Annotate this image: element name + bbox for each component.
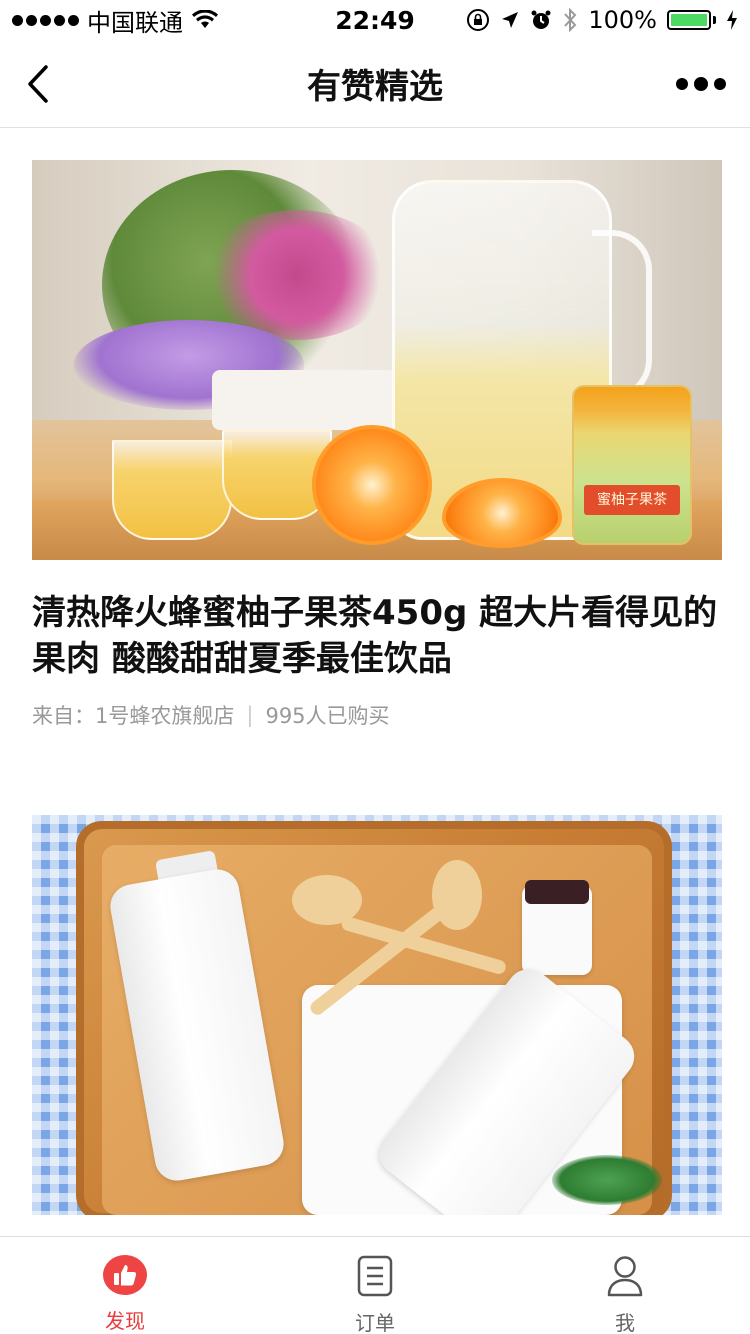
orientation-lock-icon bbox=[467, 9, 490, 31]
tab-label: 我 bbox=[615, 1311, 635, 1334]
chevron-left-icon bbox=[28, 65, 48, 103]
product-image-milk[interactable] bbox=[32, 815, 722, 1215]
status-right: 100% bbox=[466, 6, 738, 34]
tab-label: 发现 bbox=[105, 1309, 145, 1333]
meta-separator: | bbox=[246, 703, 254, 727]
carrier-name: 中国联通 bbox=[87, 8, 183, 37]
battery-percent: 100% bbox=[588, 6, 657, 34]
product-sold-count: 995人已购买 bbox=[265, 704, 390, 728]
nav-bar: 有赞精选 bbox=[0, 40, 750, 128]
more-button[interactable] bbox=[676, 72, 726, 96]
product-feed: 蜜柚子果茶 清热降火蜂蜜柚子果茶450g 超大片看得见的果肉 酸酸甜甜夏季最佳饮… bbox=[0, 129, 750, 1236]
tab-discover[interactable]: 发现 bbox=[0, 1237, 250, 1334]
wifi-icon bbox=[192, 10, 218, 28]
status-bar: 中国联通 22:49 100% bbox=[0, 0, 750, 40]
battery-icon bbox=[667, 10, 716, 30]
product-card[interactable]: 蜜柚子果茶 清热降火蜂蜜柚子果茶450g 超大片看得见的果肉 酸酸甜甜夏季最佳饮… bbox=[32, 160, 722, 730]
status-left: 中国联通 bbox=[12, 3, 219, 38]
charging-icon bbox=[727, 10, 737, 30]
tab-me[interactable]: 我 bbox=[500, 1237, 750, 1334]
more-dots-icon bbox=[676, 78, 688, 90]
jar-label: 蜜柚子果茶 bbox=[584, 485, 680, 515]
tab-bar: 发现 订单 我 bbox=[0, 1236, 750, 1334]
thumbs-up-icon bbox=[103, 1255, 147, 1295]
product-image-tea[interactable]: 蜜柚子果茶 bbox=[32, 160, 722, 560]
back-button[interactable] bbox=[18, 62, 58, 106]
page-title: 有赞精选 bbox=[307, 67, 443, 107]
product-card[interactable] bbox=[32, 815, 722, 1215]
user-icon bbox=[603, 1255, 647, 1297]
order-list-icon bbox=[353, 1255, 397, 1297]
location-icon bbox=[502, 12, 519, 28]
bluetooth-icon bbox=[564, 7, 577, 33]
product-meta: 来自：1号蜂农旗舰店 | 995人已购买 bbox=[32, 700, 722, 730]
tab-orders[interactable]: 订单 bbox=[250, 1237, 500, 1334]
product-title[interactable]: 清热降火蜂蜜柚子果茶450g 超大片看得见的果肉 酸酸甜甜夏季最佳饮品 bbox=[32, 590, 722, 682]
product-source: 来自：1号蜂农旗舰店 bbox=[32, 704, 235, 728]
signal-strength-icon bbox=[12, 14, 79, 26]
tab-label: 订单 bbox=[355, 1311, 395, 1334]
alarm-icon bbox=[531, 10, 551, 29]
